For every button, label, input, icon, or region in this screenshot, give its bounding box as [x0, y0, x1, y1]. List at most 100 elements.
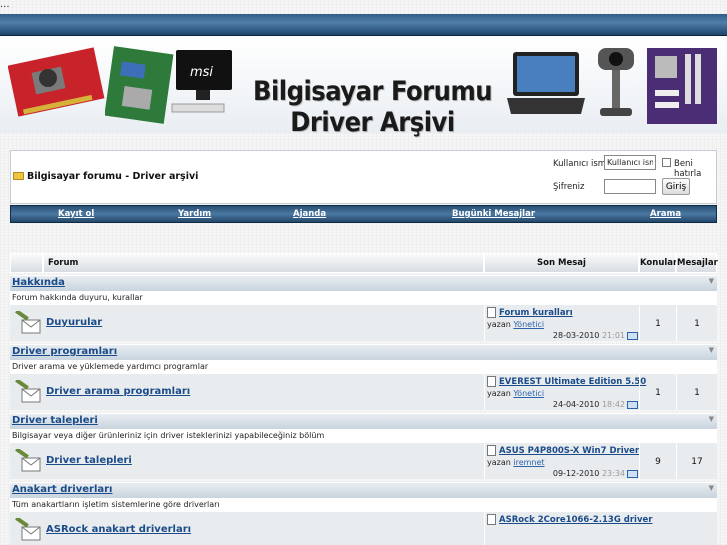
- by-label: yazan: [487, 458, 511, 467]
- category-link[interactable]: Driver talepleri: [12, 415, 98, 426]
- collapse-icon[interactable]: ▼: [709, 277, 714, 285]
- last-post-cell: EVEREST Ultimate Edition 5.50 yazan Yönet…: [484, 374, 646, 410]
- breadcrumb-text[interactable]: Bilgisayar forumu - Driver arşivi: [27, 171, 198, 182]
- last-post-date: 09-12-2010 23:34: [553, 469, 625, 478]
- last-post-link[interactable]: Forum kuralları: [499, 308, 573, 318]
- login-panel: Bilgisayar forumu - Driver arşivi Kullan…: [10, 150, 717, 204]
- category-link[interactable]: Driver programları: [12, 346, 117, 357]
- post-document-icon: [487, 376, 496, 387]
- go-to-last-post-icon[interactable]: [627, 332, 638, 340]
- post-count: 1: [694, 388, 700, 398]
- go-to-last-post-icon[interactable]: [627, 401, 638, 409]
- author-link[interactable]: iremnet: [513, 458, 544, 467]
- author-link[interactable]: Yönetici: [513, 320, 544, 329]
- posts-cell: 17: [676, 443, 717, 479]
- nav-todays-posts[interactable]: Bugünki Mesajlar: [452, 206, 535, 222]
- author-link[interactable]: Yönetici: [513, 389, 544, 398]
- remember-checkbox[interactable]: [662, 158, 671, 167]
- collapse-icon[interactable]: ▼: [709, 346, 714, 354]
- forum-row: ASRock anakart driverları ASRock 2Core106…: [10, 512, 717, 545]
- last-post-author: yazan Yönetici: [487, 389, 544, 398]
- motherboard-image: [647, 48, 717, 124]
- last-post-date: 28-03-2010 21:01: [553, 331, 625, 340]
- post-document-icon: [487, 514, 496, 525]
- forum-link[interactable]: Driver arama programları: [46, 386, 190, 397]
- table-header: Forum Son Mesaj Konular Mesajlar: [10, 253, 718, 273]
- go-to-last-post-icon[interactable]: [627, 470, 638, 478]
- password-input[interactable]: [604, 179, 656, 194]
- svg-text:msi: msi: [190, 65, 213, 80]
- banner-title: Bilgisayar Forumu Driver Arşivi: [240, 76, 505, 138]
- threads-cell: 1: [639, 305, 676, 341]
- banner-title-line2: Driver Arşivi: [290, 107, 455, 138]
- thread-count: 1: [655, 319, 661, 329]
- password-label: Şifreniz: [553, 182, 585, 192]
- category-header: Hakkında ▼: [10, 275, 717, 291]
- forum-cell: ASRock anakart driverları: [10, 512, 484, 545]
- banner: msi Bilgisayar Forumu Driver Arşivi: [0, 36, 727, 138]
- nav-register[interactable]: Kayıt ol: [58, 206, 94, 222]
- forum-status-icon: [15, 311, 41, 334]
- forum-status-icon: [15, 449, 41, 472]
- username-input[interactable]: [604, 155, 656, 170]
- collapse-icon[interactable]: ▼: [709, 415, 714, 423]
- nav-search[interactable]: Arama: [650, 206, 681, 222]
- header-posts: Mesajlar: [676, 253, 718, 273]
- last-post-cell: ASRock 2Core1066-2.13G driver: [484, 512, 652, 545]
- header-threads: Konular: [639, 253, 677, 273]
- thread-count: 9: [655, 457, 661, 467]
- forum-cell: Driver talepleri: [10, 443, 484, 479]
- post-count: 1: [694, 319, 700, 329]
- forum-link[interactable]: Driver talepleri: [46, 455, 132, 466]
- date-text: 09-12-2010: [552, 469, 600, 478]
- nav-help[interactable]: Yardım: [178, 206, 211, 222]
- login-button[interactable]: Giriş: [662, 178, 690, 195]
- by-label: yazan: [487, 389, 511, 398]
- category-description: Bilgisayar veya diğer ürünleriniz için d…: [10, 429, 717, 443]
- webcam-image: [598, 48, 634, 116]
- posts-cell: 1: [676, 374, 717, 410]
- date-text: 24-04-2010: [552, 400, 600, 409]
- forum-link[interactable]: ASRock anakart driverları: [46, 524, 191, 535]
- category-link[interactable]: Anakart driverları: [12, 484, 112, 495]
- top-ellipsis: ...: [0, 0, 10, 10]
- top-bar: [0, 14, 727, 36]
- forum-status-icon: [15, 380, 41, 403]
- nav-calendar[interactable]: Ajanda: [293, 206, 326, 222]
- header-icon-col: [10, 253, 43, 273]
- forum-status-icon: [15, 518, 41, 541]
- breadcrumb: Bilgisayar forumu - Driver arşivi: [13, 171, 198, 182]
- category-description: Tüm anakartların işletim sistemlerine gö…: [10, 498, 717, 512]
- forum-cell: Driver arama programları: [10, 374, 484, 410]
- category-header: Anakart driverları ▼: [10, 482, 717, 498]
- last-post-link[interactable]: ASUS P4P800S-X Win7 Driver: [499, 446, 639, 456]
- last-post-link[interactable]: EVEREST Ultimate Edition 5.50: [499, 377, 646, 387]
- category-description: Driver arama ve yüklemede yardımcı progr…: [10, 360, 717, 374]
- last-post-cell: ASUS P4P800S-X Win7 Driver yazan iremnet 0…: [484, 443, 639, 479]
- collapse-icon[interactable]: ▼: [709, 484, 714, 492]
- threads-cell: 1: [639, 374, 676, 410]
- last-post-author: yazan iremnet: [487, 458, 545, 467]
- post-document-icon: [487, 307, 496, 318]
- folder-icon: [13, 172, 24, 180]
- forum-row: Duyurular Forum kuralları yazan Yönetici 28…: [10, 305, 717, 341]
- last-post-cell: Forum kuralları yazan Yönetici 28-03-2010 …: [484, 305, 639, 341]
- header-forum: Forum: [43, 253, 484, 273]
- forum-row: Driver arama programları EVEREST Ultimate…: [10, 374, 717, 410]
- thread-count: 1: [655, 388, 661, 398]
- by-label: yazan: [487, 320, 511, 329]
- date-text: 28-03-2010: [552, 331, 600, 340]
- last-post-link[interactable]: ASRock 2Core1066-2.13G driver: [499, 515, 652, 525]
- posts-cell: 1: [676, 305, 717, 341]
- nav-bar: Kayıt ol Yardım Ajanda Bugünki Mesajlar …: [10, 205, 717, 223]
- category-link[interactable]: Hakkında: [12, 277, 65, 288]
- forum-link[interactable]: Duyurular: [46, 317, 102, 328]
- remember-label: Beni hatırla: [674, 159, 702, 179]
- last-post-author: yazan Yönetici: [487, 320, 544, 329]
- username-label: Kullanıcı ismi: [553, 159, 609, 169]
- category-header: Driver programları ▼: [10, 344, 717, 360]
- forum-row: Driver talepleri ASUS P4P800S-X Win7 Driv…: [10, 443, 717, 479]
- forum-cell: Duyurular: [10, 305, 484, 341]
- threads-cell: 9: [639, 443, 676, 479]
- laptop-image: [507, 52, 585, 114]
